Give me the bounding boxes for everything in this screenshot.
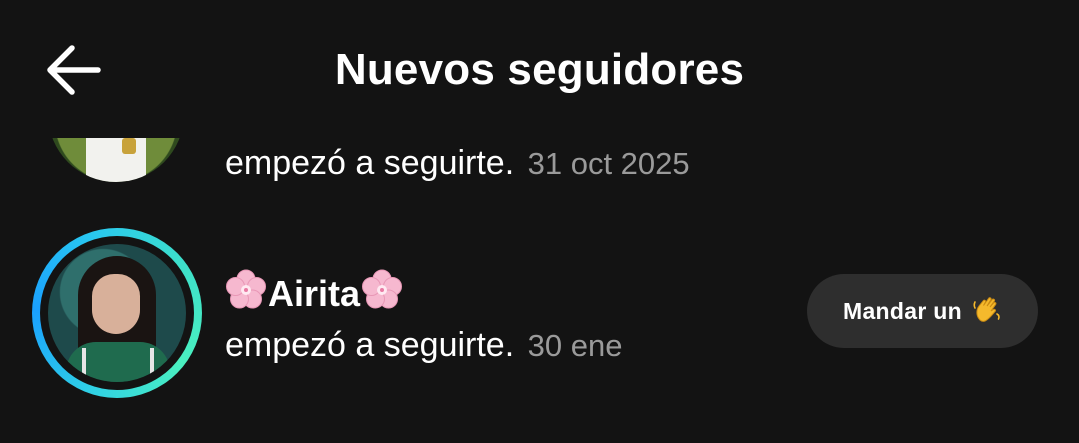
cherry-blossom-icon bbox=[360, 268, 404, 321]
action-label: empezó a seguirte. bbox=[225, 144, 515, 182]
send-wave-label: Mandar un bbox=[843, 297, 962, 324]
send-wave-button[interactable]: Mandar un bbox=[807, 274, 1038, 348]
avatar[interactable] bbox=[48, 244, 186, 382]
header-bar: Nuevos seguidores bbox=[0, 0, 1079, 138]
username[interactable]: Airita bbox=[224, 268, 404, 321]
notification-text: empezó a seguirte. 30 ene bbox=[225, 325, 622, 366]
timestamp: 31 oct 2025 bbox=[527, 146, 690, 181]
notification-text: empezó a seguirte. 31 oct 2025 bbox=[225, 143, 690, 184]
waving-hand-icon bbox=[972, 294, 1002, 329]
username-label: Airita bbox=[268, 273, 361, 314]
timestamp: 30 ene bbox=[527, 328, 623, 363]
page-title: Nuevos seguidores bbox=[334, 45, 745, 94]
cherry-blossom-icon bbox=[224, 268, 268, 321]
list-item[interactable]: Airita empezó a seguirte. 30 ene Mandar … bbox=[0, 222, 1079, 402]
action-label: empezó a seguirte. bbox=[225, 326, 515, 364]
